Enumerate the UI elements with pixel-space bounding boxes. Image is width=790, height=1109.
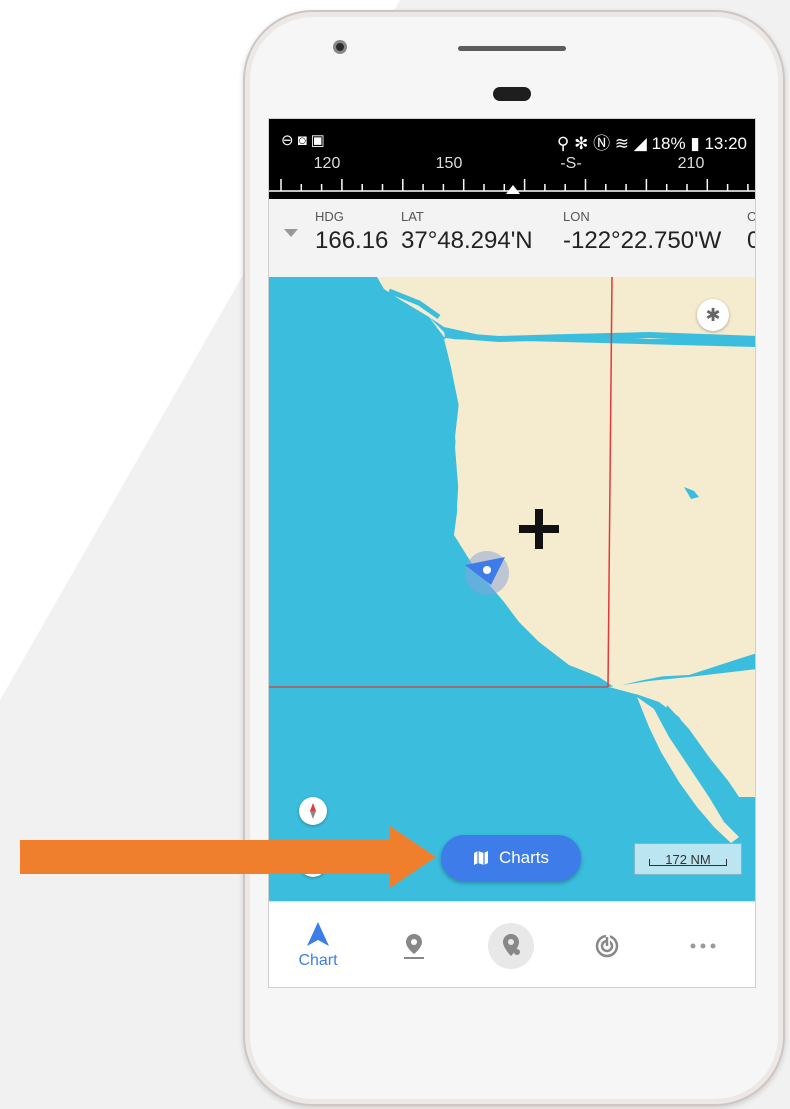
status-time: 13:20 — [704, 134, 747, 153]
tab-routes[interactable] — [471, 902, 551, 987]
heading-indicator — [506, 185, 520, 194]
minus-circle-icon: ⊖ — [281, 132, 298, 149]
location-pin-icon: ⚲ — [556, 134, 570, 153]
hdg-value: 166.16 — [315, 227, 389, 254]
gear-icon: ✱ — [705, 304, 721, 325]
lat-value: 37°48.294'N — [401, 227, 533, 254]
lat-label: LAT — [401, 209, 424, 224]
river-columbia — [444, 331, 755, 343]
tab-chart-label: Chart — [298, 952, 338, 969]
battery-percent: 18% — [651, 134, 686, 153]
status-bar: ⊖◙▣ ⚲ ✻ Ⓝ ≋ ◢ 18% ▮ 13:20 120 150 -S- 21… — [269, 119, 755, 199]
charts-button-label: Charts — [498, 848, 550, 867]
map-icon — [473, 851, 488, 865]
proximity-sensor — [493, 87, 531, 101]
navigation-arrow-icon — [307, 922, 329, 946]
compass-label-south: -S- — [560, 155, 582, 172]
cog-value: 0 — [747, 227, 755, 255]
signal-icon: ◢ — [633, 134, 647, 153]
cog-label: C — [747, 209, 756, 224]
annotation-arrow — [20, 826, 436, 888]
status-left-icons: ⊖◙▣ — [281, 131, 329, 149]
hdg-field: HDG 166.16 — [315, 209, 388, 255]
waypoint-pin-icon — [404, 934, 424, 959]
tab-waypoints[interactable] — [374, 902, 454, 987]
chart-map[interactable]: ✱ Charts 172 NM — [269, 277, 756, 901]
tab-radar[interactable] — [567, 902, 647, 987]
cog-field: C 0 — [747, 209, 756, 255]
lat-field: LAT 37°48.294'N — [401, 209, 533, 255]
status-right: ⚲ ✻ Ⓝ ≋ ◢ 18% ▮ 13:20 — [557, 129, 747, 154]
earpiece-speaker — [458, 46, 566, 51]
map-settings-button[interactable]: ✱ — [697, 299, 729, 331]
bluetooth-icon: ✻ — [574, 134, 589, 153]
map-canvas[interactable] — [269, 277, 756, 901]
radar-icon — [595, 933, 619, 958]
lon-value: -122°22.750'W — [563, 227, 722, 254]
facebook-icon: ▣ — [310, 132, 329, 149]
tab-chart[interactable]: Chart — [278, 902, 358, 987]
land-usa-main — [444, 339, 755, 687]
lon-field: LON -122°22.750'W — [563, 209, 721, 255]
route-pin-icon — [503, 934, 520, 956]
wifi-icon: ≋ — [614, 134, 630, 153]
lon-label: LON — [563, 209, 590, 224]
nfc-icon: Ⓝ — [593, 134, 611, 153]
scale-bracket — [649, 859, 727, 866]
vessel-heading-icon — [465, 551, 509, 595]
battery-icon: ▮ — [690, 134, 700, 153]
more-dots-icon — [690, 943, 716, 949]
compass-label-150: 150 — [435, 155, 463, 172]
charts-button[interactable]: Charts — [441, 835, 581, 881]
compass-label-120: 120 — [313, 155, 341, 172]
instagram-icon: ◙ — [297, 132, 311, 149]
bottom-tab-bar: Chart — [269, 901, 755, 987]
compass-north-button[interactable] — [299, 797, 327, 825]
info-bar: HDG 166.16 LAT 37°48.294'N LON -122°22.7… — [269, 199, 756, 278]
scale-bar: 172 NM — [634, 843, 742, 875]
front-camera — [333, 40, 347, 54]
hdg-label: HDG — [315, 209, 344, 224]
compass-label-210: 210 — [677, 155, 705, 172]
tab-more[interactable] — [663, 902, 743, 987]
compass-north-icon — [310, 803, 316, 819]
info-collapse-toggle[interactable] — [284, 229, 298, 237]
